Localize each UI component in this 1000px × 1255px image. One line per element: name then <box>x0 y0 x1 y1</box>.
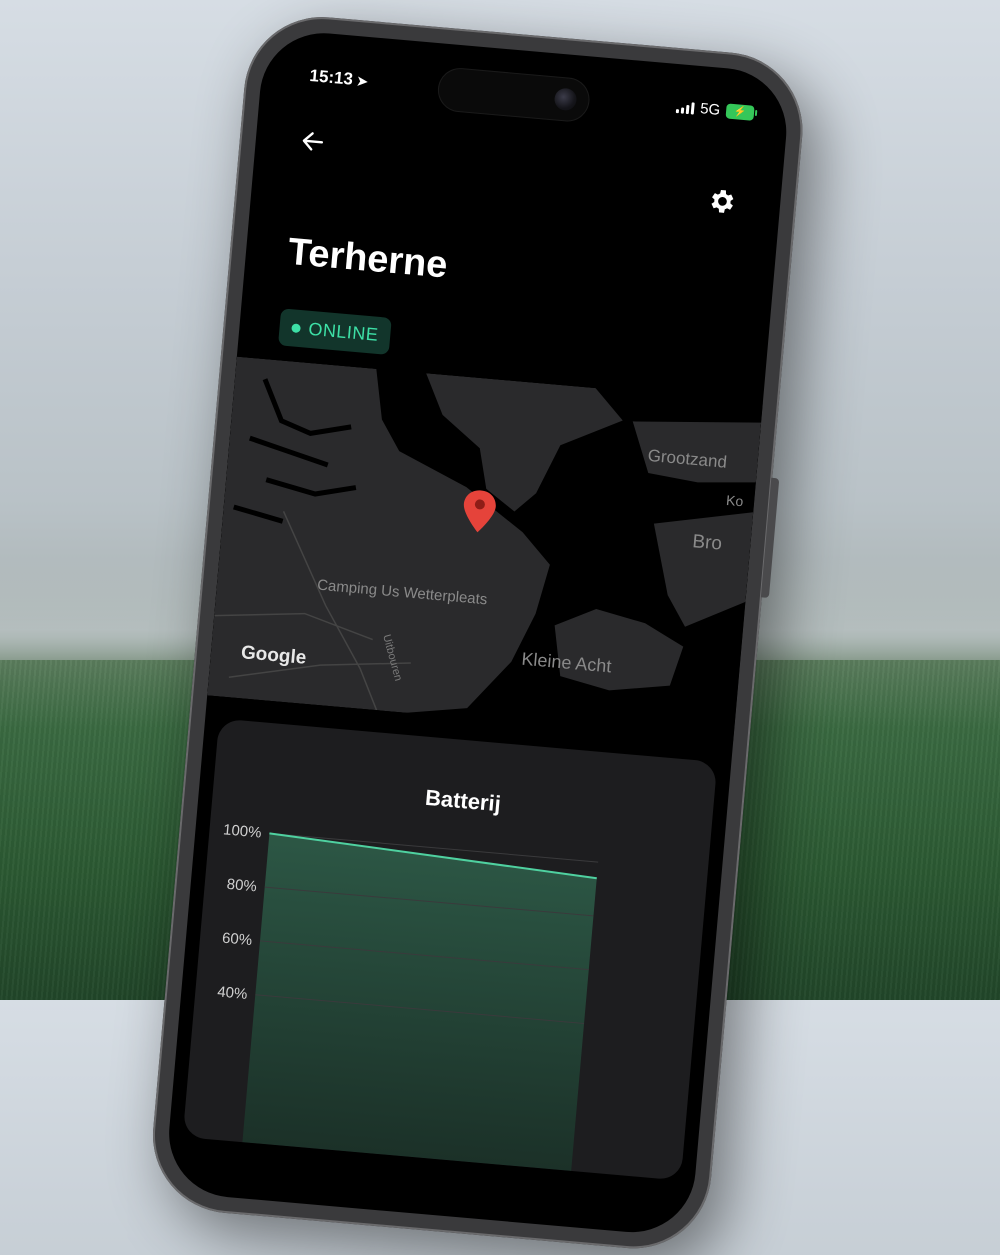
status-bar-time: 15:13 ➤ <box>309 66 369 91</box>
phone-screen: 15:13 ➤ 5G ⚡ Terherne ONLINE Grootzand K… <box>163 27 792 1238</box>
status-badge: ONLINE <box>278 308 392 355</box>
chart-y-tick-label: 100% <box>222 821 262 841</box>
gear-icon <box>711 189 734 213</box>
back-button[interactable] <box>294 123 331 160</box>
settings-button[interactable] <box>705 185 742 222</box>
chart-y-tick-label: 60% <box>221 930 252 950</box>
map-view[interactable]: Grootzand Ko Bro Camping Us Wetterpleats… <box>207 356 763 742</box>
battery-card: Batterij 100% 80% 60% 40% <box>182 718 718 1181</box>
status-badge-label: ONLINE <box>307 318 380 345</box>
phone-device: 15:13 ➤ 5G ⚡ Terherne ONLINE Grootzand K… <box>146 10 809 1255</box>
battery-charging-icon: ⚡ <box>725 103 755 121</box>
front-camera <box>553 87 578 112</box>
chart-y-tick-label: 40% <box>217 983 248 1003</box>
status-bar-right: 5G ⚡ <box>675 98 755 122</box>
page-title: Terherne <box>286 230 450 287</box>
map-land-east <box>653 512 754 627</box>
location-arrow-icon: ➤ <box>356 73 369 90</box>
dynamic-island <box>437 67 591 123</box>
status-dot <box>291 323 301 334</box>
network-label: 5G <box>699 100 721 119</box>
map-label-ko: Ko <box>726 492 745 509</box>
status-time-text: 15:13 <box>308 65 354 89</box>
battery-chart: 100% 80% 60% 40% <box>217 821 599 1171</box>
map-land-southeast <box>554 608 684 691</box>
arrow-left-icon <box>302 132 324 151</box>
chart-area-fill <box>242 833 597 1171</box>
map-label-bro: Bro <box>692 531 723 554</box>
chart-y-tick-label: 80% <box>226 876 257 896</box>
signal-icon <box>675 101 695 115</box>
